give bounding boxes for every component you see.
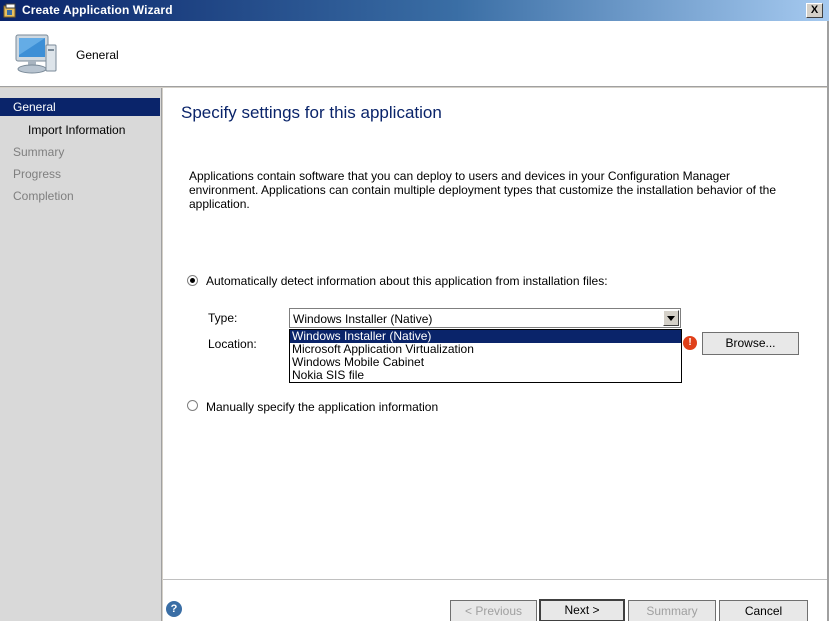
type-select-value: Windows Installer (Native) bbox=[293, 312, 433, 326]
browse-button[interactable]: Browse... bbox=[702, 332, 799, 355]
wizard-nav: General Import Information Summary Progr… bbox=[0, 88, 162, 621]
page-description: Applications contain software that you c… bbox=[189, 169, 777, 211]
title-bar: Create Application Wizard X bbox=[0, 0, 829, 21]
computer-icon bbox=[15, 34, 57, 74]
nav-item-summary: Summary bbox=[13, 145, 65, 159]
close-button[interactable]: X bbox=[806, 3, 823, 18]
auto-detect-radio[interactable] bbox=[187, 275, 198, 286]
manual-radio[interactable] bbox=[187, 400, 198, 411]
nav-item-import-information[interactable]: Import Information bbox=[0, 121, 160, 139]
wizard-icon bbox=[3, 3, 16, 18]
type-select[interactable]: Windows Installer (Native) bbox=[289, 308, 681, 328]
nav-item-completion: Completion bbox=[13, 189, 74, 203]
type-dropdown-list: Windows Installer (Native) Microsoft App… bbox=[289, 329, 682, 383]
page-title: Specify settings for this application bbox=[181, 103, 442, 122]
summary-button: Summary bbox=[628, 600, 716, 621]
window-title: Create Application Wizard bbox=[22, 3, 173, 17]
help-icon[interactable]: ? bbox=[166, 601, 182, 617]
cancel-button[interactable]: Cancel bbox=[719, 600, 808, 621]
chevron-down-icon[interactable] bbox=[663, 310, 679, 326]
auto-detect-label[interactable]: Automatically detect information about t… bbox=[206, 274, 608, 288]
wizard-header: General bbox=[0, 21, 827, 87]
nav-item-progress: Progress bbox=[13, 167, 62, 181]
next-button[interactable]: Next > bbox=[539, 599, 625, 621]
manual-label[interactable]: Manually specify the application informa… bbox=[206, 400, 438, 414]
type-option-nokia-sis[interactable]: Nokia SIS file bbox=[290, 369, 681, 382]
footer-divider bbox=[163, 579, 827, 580]
wizard-content: Specify settings for this application Ap… bbox=[163, 88, 827, 621]
header-title: General bbox=[76, 48, 119, 62]
previous-button: < Previous bbox=[450, 600, 537, 621]
nav-item-general[interactable]: General bbox=[0, 98, 160, 116]
location-label: Location: bbox=[208, 337, 257, 351]
type-label: Type: bbox=[208, 311, 238, 325]
error-icon: ! bbox=[683, 336, 697, 350]
